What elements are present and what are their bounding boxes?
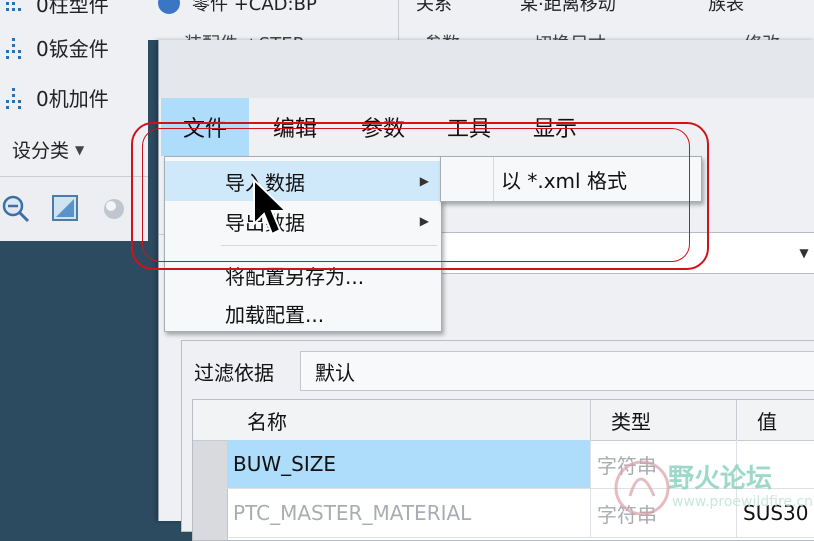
menu-item-load-config[interactable]: 加载配置... <box>165 293 441 333</box>
ribbon-item-label: 0机加件 <box>36 86 109 111</box>
ribbon-move-item[interactable]: 某·距离移动 <box>520 0 616 16</box>
background-ribbon-left: 0柱型件 0钣金件 0机加件 设分类 ▼ <box>0 0 148 176</box>
ribbon-family-table-item[interactable]: 族表 <box>708 0 744 16</box>
refit-icon[interactable] <box>50 193 80 223</box>
ribbon-item-label: 0钣金件 <box>36 36 109 61</box>
ribbon-part-item[interactable]: 零件 +CAD:BP <box>158 0 317 16</box>
shading-icon[interactable] <box>100 193 130 223</box>
background-ribbon-top: 零件 +CAD:BP 关系 某·距离移动 族表 装配件 +STEP 参数 切换尺… <box>148 0 814 55</box>
col-header-value[interactable]: 值 <box>737 400 814 440</box>
col-header-name[interactable]: 名称 <box>227 400 591 440</box>
filter-label: 过滤依据 <box>194 361 274 385</box>
grid-icon <box>4 0 26 14</box>
dialog-title-bar[interactable] <box>159 40 814 98</box>
col-header-type[interactable]: 类型 <box>591 400 737 440</box>
filter-select[interactable]: 默认 <box>300 351 814 391</box>
caret-down-icon: ▼ <box>75 142 85 157</box>
ribbon-relations-item[interactable]: 关系 <box>416 0 452 16</box>
ribbon-item-label: 0柱型件 <box>36 0 109 17</box>
ribbon-part-label: 零件 +CAD:BP <box>192 0 317 15</box>
table-header: 名称 类型 值 <box>193 400 814 441</box>
design-class-label: 设分类 <box>12 140 70 162</box>
ribbon-item-sheetmetal[interactable]: 0钣金件 <box>4 34 109 61</box>
ribbon-item-cylinder[interactable]: 0柱型件 <box>4 0 109 17</box>
chevron-down-icon[interactable]: ▼ <box>792 233 814 273</box>
cell-name[interactable]: PTC_MASTER_MATERIAL <box>227 489 591 537</box>
filter-value: 默认 <box>315 360 355 385</box>
ribbon-family-table-label: 族表 <box>708 0 744 15</box>
grid-icon <box>4 86 26 109</box>
mouse-pointer-icon <box>253 178 289 236</box>
ribbon-item-machined[interactable]: 0机加件 <box>4 84 109 111</box>
zoom-out-icon[interactable] <box>0 193 30 223</box>
watermark-text: 野火论坛 <box>668 464 773 494</box>
ribbon-divider <box>398 0 399 40</box>
part-icon <box>158 0 180 14</box>
design-class-dropdown[interactable]: 设分类 ▼ <box>12 136 84 163</box>
cell-name[interactable]: BUW_SIZE <box>227 440 591 488</box>
view-toolbar <box>0 176 148 241</box>
annotation-highlight-inner <box>142 128 690 262</box>
ribbon-move-label: 某·距离移动 <box>520 0 616 15</box>
ribbon-relations-label: 关系 <box>416 0 452 15</box>
grid-icon <box>4 36 26 59</box>
watermark-url: www.proewildfire.cn <box>672 494 814 510</box>
menu-item-label: 加载配置... <box>225 302 325 327</box>
